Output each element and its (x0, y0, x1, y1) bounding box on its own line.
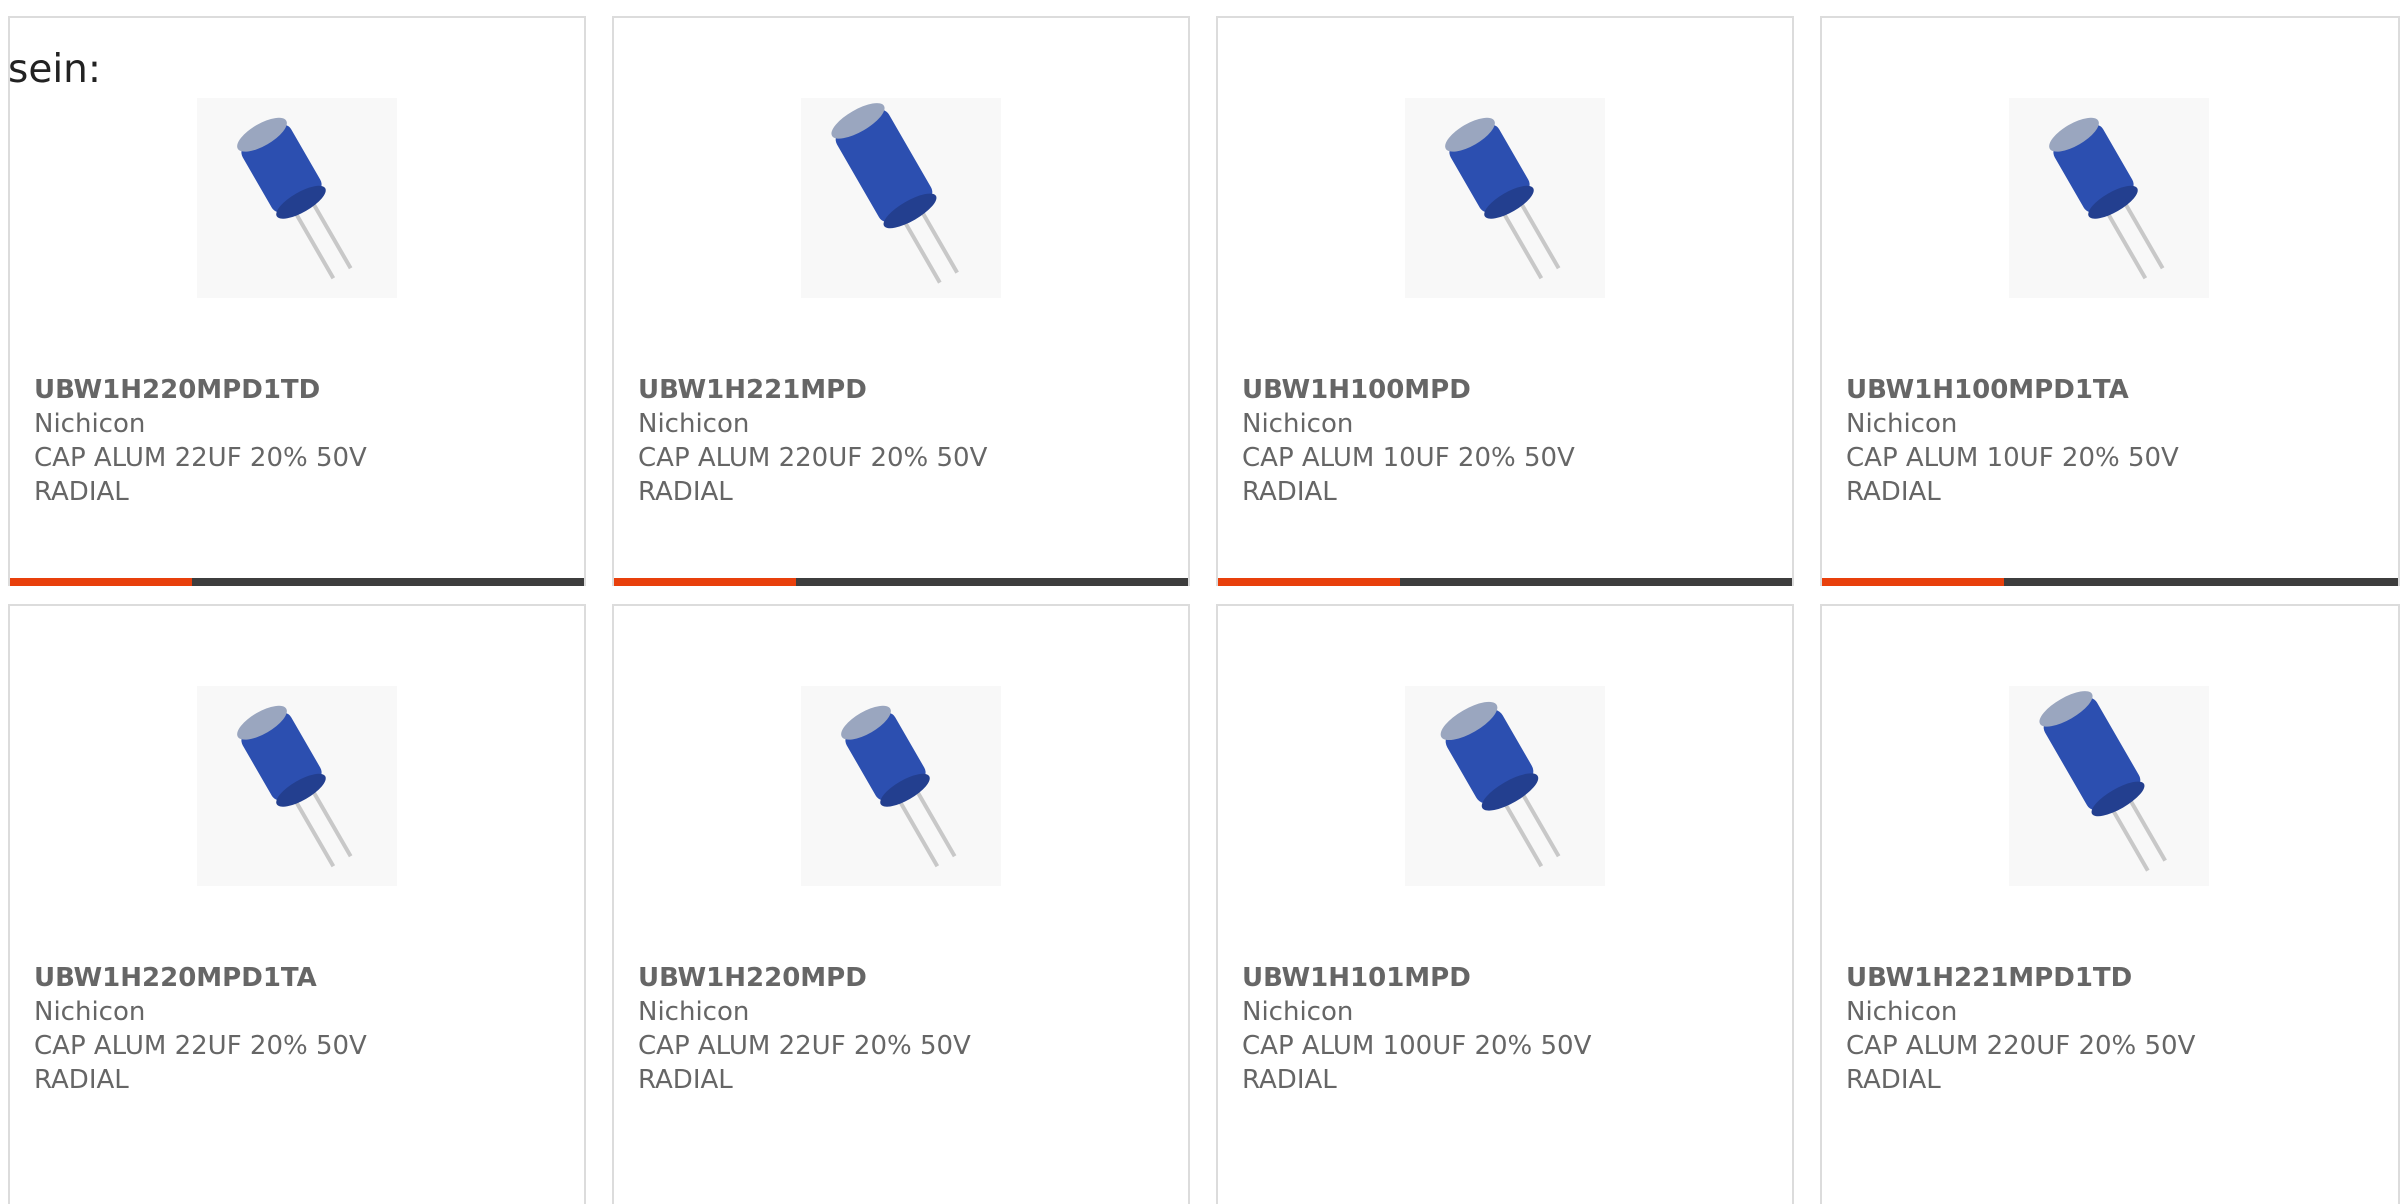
product-info: UBW1H101MPD Nichicon CAP ALUM 100UF 20% … (1242, 961, 1772, 1097)
part-number[interactable]: UBW1H220MPD1TD (34, 373, 564, 407)
part-number[interactable]: UBW1H100MPD (1242, 373, 1772, 407)
part-number[interactable]: UBW1H220MPD1TA (34, 961, 564, 995)
product-grid: UBW1H220MPD1TD Nichicon CAP ALUM 22UF 20… (0, 0, 2400, 1204)
product-card[interactable]: UBW1H221MPD Nichicon CAP ALUM 220UF 20% … (612, 16, 1190, 586)
product-info: UBW1H100MPD1TA Nichicon CAP ALUM 10UF 20… (1846, 373, 2376, 509)
product-card[interactable]: UBW1H100MPD1TA Nichicon CAP ALUM 10UF 20… (1820, 16, 2400, 586)
accent-segment (614, 578, 796, 586)
package-type: RADIAL (1242, 1065, 1337, 1095)
manufacturer: Nichicon (1846, 997, 1958, 1027)
capacitor-photo-icon[interactable] (1405, 686, 1605, 886)
package-type: RADIAL (638, 477, 733, 507)
manufacturer: Nichicon (34, 997, 146, 1027)
capacitor-photo-icon[interactable] (197, 686, 397, 886)
part-number[interactable]: UBW1H100MPD1TA (1846, 373, 2376, 407)
capacitor-photo-icon[interactable] (1405, 98, 1605, 298)
manufacturer: Nichicon (34, 409, 146, 439)
package-type: RADIAL (1846, 477, 1941, 507)
package-type: RADIAL (638, 1065, 733, 1095)
part-number[interactable]: UBW1H221MPD (638, 373, 1168, 407)
manufacturer: Nichicon (638, 997, 750, 1027)
card-bottom-bar (1822, 578, 2398, 586)
capacitor-photo-icon[interactable] (801, 686, 1001, 886)
card-bottom-bar (614, 578, 1188, 586)
product-info: UBW1H220MPD1TD Nichicon CAP ALUM 22UF 20… (34, 373, 564, 509)
intro-text: sein: (8, 47, 102, 92)
part-number[interactable]: UBW1H220MPD (638, 961, 1168, 995)
description: CAP ALUM 100UF 20% 50V (1242, 1031, 1592, 1061)
package-type: RADIAL (1846, 1065, 1941, 1095)
manufacturer: Nichicon (1846, 409, 1958, 439)
product-card[interactable]: UBW1H220MPD1TA Nichicon CAP ALUM 22UF 20… (8, 604, 586, 1204)
accent-segment (1822, 578, 2004, 586)
package-type: RADIAL (1242, 477, 1337, 507)
product-info: UBW1H221MPD1TD Nichicon CAP ALUM 220UF 2… (1846, 961, 2376, 1097)
product-info: UBW1H220MPD1TA Nichicon CAP ALUM 22UF 20… (34, 961, 564, 1097)
description: CAP ALUM 10UF 20% 50V (1242, 443, 1575, 473)
description: CAP ALUM 22UF 20% 50V (638, 1031, 971, 1061)
accent-segment (1218, 578, 1400, 586)
part-number[interactable]: UBW1H101MPD (1242, 961, 1772, 995)
manufacturer: Nichicon (1242, 409, 1354, 439)
accent-segment (10, 578, 192, 586)
capacitor-photo-icon[interactable] (197, 98, 397, 298)
capacitor-photo-icon[interactable] (2009, 98, 2209, 298)
description: CAP ALUM 220UF 20% 50V (1846, 1031, 2196, 1061)
description: CAP ALUM 220UF 20% 50V (638, 443, 988, 473)
description: CAP ALUM 22UF 20% 50V (34, 1031, 367, 1061)
package-type: RADIAL (34, 1065, 129, 1095)
manufacturer: Nichicon (638, 409, 750, 439)
capacitor-photo-icon[interactable] (801, 98, 1001, 298)
product-info: UBW1H100MPD Nichicon CAP ALUM 10UF 20% 5… (1242, 373, 1772, 509)
capacitor-photo-icon[interactable] (2009, 686, 2209, 886)
card-bottom-bar (10, 578, 584, 586)
card-bottom-bar (1218, 578, 1792, 586)
product-info: UBW1H220MPD Nichicon CAP ALUM 22UF 20% 5… (638, 961, 1168, 1097)
product-card[interactable]: UBW1H220MPD1TD Nichicon CAP ALUM 22UF 20… (8, 16, 586, 586)
part-number[interactable]: UBW1H221MPD1TD (1846, 961, 2376, 995)
product-info: UBW1H221MPD Nichicon CAP ALUM 220UF 20% … (638, 373, 1168, 509)
package-type: RADIAL (34, 477, 129, 507)
product-card[interactable]: UBW1H100MPD Nichicon CAP ALUM 10UF 20% 5… (1216, 16, 1794, 586)
description: CAP ALUM 10UF 20% 50V (1846, 443, 2179, 473)
description: CAP ALUM 22UF 20% 50V (34, 443, 367, 473)
product-card[interactable]: UBW1H220MPD Nichicon CAP ALUM 22UF 20% 5… (612, 604, 1190, 1204)
manufacturer: Nichicon (1242, 997, 1354, 1027)
product-card[interactable]: UBW1H221MPD1TD Nichicon CAP ALUM 220UF 2… (1820, 604, 2400, 1204)
product-card[interactable]: UBW1H101MPD Nichicon CAP ALUM 100UF 20% … (1216, 604, 1794, 1204)
